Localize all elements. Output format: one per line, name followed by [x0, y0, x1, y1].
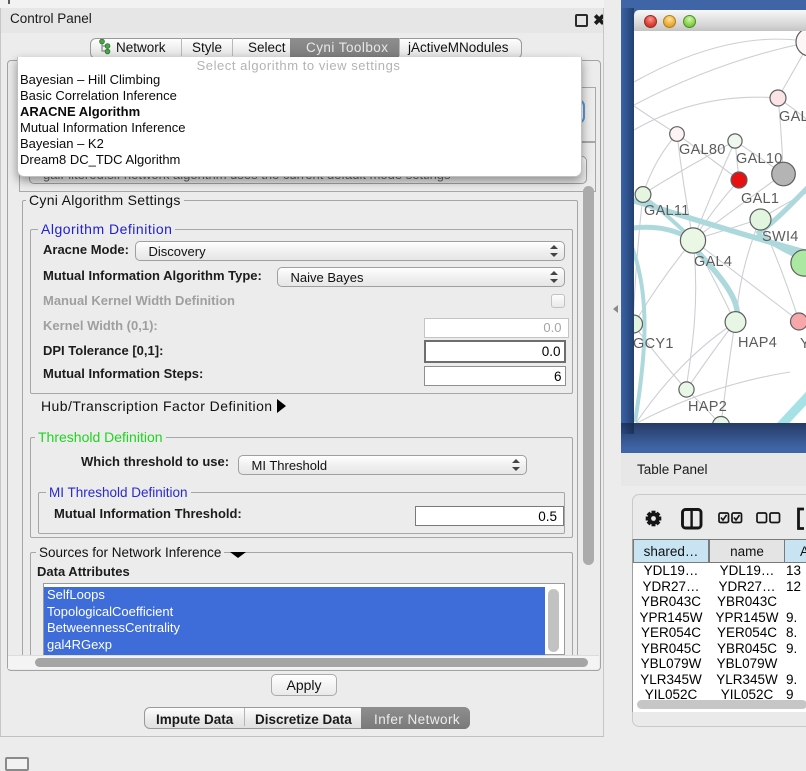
svg-text:GAL2: GAL2: [779, 109, 806, 125]
svg-text:GCY1: GCY1: [634, 336, 674, 352]
svg-text:GAL10: GAL10: [736, 151, 783, 167]
svg-text:GAL1: GAL1: [741, 191, 779, 207]
svg-text:GAL4: GAL4: [694, 254, 732, 270]
svg-text:HAP4: HAP4: [738, 335, 777, 351]
svg-text:HAP2: HAP2: [688, 399, 727, 415]
svg-text:Y: Y: [800, 336, 806, 352]
svg-text:GAL11: GAL11: [644, 203, 690, 219]
svg-text:SWI4: SWI4: [762, 229, 799, 245]
svg-text:GAL80: GAL80: [679, 142, 726, 158]
